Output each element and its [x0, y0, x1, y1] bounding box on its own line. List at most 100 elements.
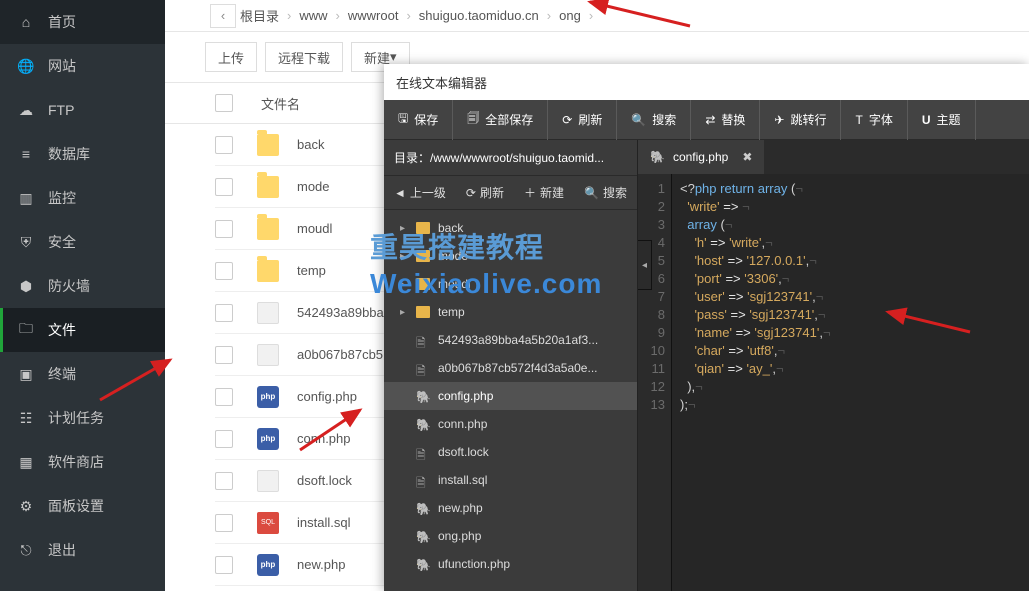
sidebar-item-home[interactable]: ⌂首页: [0, 0, 165, 44]
editor-refresh-button[interactable]: ⟳刷新: [548, 100, 617, 140]
breadcrumb-item[interactable]: shuiguo.taomiduo.cn: [419, 8, 539, 23]
tree-item[interactable]: ▸ temp: [384, 298, 637, 326]
upload-button[interactable]: 上传: [205, 42, 257, 72]
tree-item-label: a0b067b87cb572f4d3a5a0e...: [438, 361, 598, 375]
tree-item[interactable]: ▸mode: [384, 242, 637, 270]
php-icon: 🐘: [650, 150, 665, 164]
sidebar-item-label: 计划任务: [48, 408, 104, 428]
exit-icon: ⎋: [18, 542, 34, 558]
file-icon: [257, 344, 279, 366]
file-checkbox[interactable]: [215, 472, 233, 490]
file-checkbox[interactable]: [215, 136, 233, 154]
sidebar-item-terminal[interactable]: ▣终端: [0, 352, 165, 396]
chart-icon: ▥: [18, 190, 34, 206]
file-icon: [257, 302, 279, 324]
sidebar-item-firewall[interactable]: ⬢防火墙: [0, 264, 165, 308]
tree-item-label: temp: [438, 305, 465, 319]
shield-icon: ⛨: [18, 234, 34, 250]
close-tab-icon[interactable]: ✖: [742, 150, 752, 164]
tree-refresh-button[interactable]: ⟳ 刷新: [456, 184, 514, 201]
file-checkbox[interactable]: [215, 304, 233, 322]
expand-arrow[interactable]: ▸: [400, 223, 410, 234]
breadcrumb-item[interactable]: wwwroot: [348, 8, 399, 23]
tree-item[interactable]: 🐘ong.php: [384, 522, 637, 550]
editor-toolbar: 🖫保存 🗐全部保存 ⟳刷新 🔍搜索 ⇄替换 ✈跳转行 T字体 U主题: [384, 100, 1029, 140]
code-area[interactable]: 12345678910111213 <?php return array (¬ …: [638, 174, 1029, 591]
editor-saveall-button[interactable]: 🗐全部保存: [453, 100, 548, 140]
tree-up-button[interactable]: ◄ 上一级: [384, 184, 456, 201]
file-name: install.sql: [297, 515, 350, 530]
folder-icon: [416, 278, 430, 290]
file-checkbox[interactable]: [215, 346, 233, 364]
line-gutter: 12345678910111213: [638, 174, 672, 591]
calendar-icon: ☷: [18, 410, 34, 426]
globe-icon: 🌐: [18, 58, 34, 74]
sidebar-item-monitor[interactable]: ▥监控: [0, 176, 165, 220]
expand-arrow[interactable]: ▸: [400, 279, 410, 290]
breadcrumb-item[interactable]: 根目录: [240, 6, 279, 25]
sidebar-item-label: 终端: [48, 364, 76, 384]
editor-font-button[interactable]: T字体: [841, 100, 907, 140]
tree-item[interactable]: 🐘 new.php: [384, 494, 637, 522]
tree-item[interactable]: 🐘conn.php: [384, 410, 637, 438]
select-all-checkbox[interactable]: [215, 94, 233, 112]
file-checkbox[interactable]: [215, 220, 233, 238]
tree-item-label: new.php: [438, 501, 483, 515]
editor-overlay: 在线文本编辑器 🖫保存 🗐全部保存 ⟳刷新 🔍搜索 ⇄替换 ✈跳转行 T字体 U…: [384, 64, 1029, 591]
collapse-handle[interactable]: ◂: [638, 240, 652, 290]
tree-item-label: back: [438, 221, 463, 235]
tree-item-label: moudl: [438, 277, 471, 291]
breadcrumb-item[interactable]: ong: [559, 8, 581, 23]
tree-item[interactable]: ▸ moudl: [384, 270, 637, 298]
sidebar-item-label: 退出: [48, 540, 76, 560]
sidebar-item-site[interactable]: 🌐网站: [0, 44, 165, 88]
file-checkbox[interactable]: [215, 262, 233, 280]
breadcrumb-back-button[interactable]: ‹: [210, 4, 236, 28]
expand-arrow[interactable]: ▸: [400, 307, 410, 318]
tree-item[interactable]: 🗎dsoft.lock: [384, 438, 637, 466]
code-content[interactable]: <?php return array (¬ 'write' => ¬ array…: [672, 174, 1029, 591]
tree-item[interactable]: 🐘ufunction.php: [384, 550, 637, 578]
sidebar-item-logout[interactable]: ⎋ 退出: [0, 528, 165, 572]
editor-search-button[interactable]: 🔍搜索: [617, 100, 691, 140]
sidebar-item-label: 面板设置: [48, 496, 104, 516]
tree-item[interactable]: 🗎542493a89bba4a5b20a1af3...: [384, 326, 637, 354]
remote-download-button[interactable]: 远程下载: [265, 42, 343, 72]
file-checkbox[interactable]: [215, 514, 233, 532]
sidebar-item-ftp[interactable]: ☁FTP: [0, 88, 165, 132]
tree-item-label: install.sql: [438, 473, 487, 487]
tree-item[interactable]: 🐘config.php: [384, 382, 637, 410]
file-checkbox[interactable]: [215, 388, 233, 406]
file-name: temp: [297, 263, 326, 278]
tree-item[interactable]: 🗎install.sql: [384, 466, 637, 494]
sidebar-item-cron[interactable]: ☷ 计划任务: [0, 396, 165, 440]
home-icon: ⌂: [18, 14, 34, 30]
tree-item[interactable]: ▸ back: [384, 214, 637, 242]
folder-icon: 🗀: [18, 322, 34, 338]
tree-create-button[interactable]: ＋ 新建: [514, 184, 574, 201]
editor-replace-button[interactable]: ⇄替换: [691, 100, 760, 140]
file-checkbox[interactable]: [215, 556, 233, 574]
tree-search-button[interactable]: 🔍 搜索: [574, 184, 637, 201]
tree-item-label: ufunction.php: [438, 557, 510, 571]
sidebar-item-store[interactable]: ▦软件商店: [0, 440, 165, 484]
sidebar-item-label: 软件商店: [48, 452, 104, 472]
sidebar-item-file[interactable]: 🗀文件: [0, 308, 165, 352]
tab-label: config.php: [673, 150, 728, 164]
sidebar-item-db[interactable]: ≡数据库: [0, 132, 165, 176]
tree-item[interactable]: 🗎a0b067b87cb572f4d3a5a0e...: [384, 354, 637, 382]
php-icon: 🐘: [416, 530, 430, 542]
php-icon: 🐘: [416, 418, 430, 430]
sidebar-item-security[interactable]: ⛨安全: [0, 220, 165, 264]
refresh-icon: ⟳: [562, 113, 572, 127]
expand-arrow[interactable]: ▸: [400, 251, 410, 262]
file-checkbox[interactable]: [215, 430, 233, 448]
editor-theme-button[interactable]: U主题: [908, 100, 976, 140]
editor-gotoline-button[interactable]: ✈跳转行: [760, 100, 841, 140]
file-checkbox[interactable]: [215, 178, 233, 196]
sidebar-item-panel[interactable]: ⚙面板设置: [0, 484, 165, 528]
breadcrumb-item[interactable]: www: [299, 8, 327, 23]
php-icon: 🐘: [416, 502, 430, 514]
code-tab[interactable]: 🐘 config.php ✖: [638, 140, 764, 174]
editor-save-button[interactable]: 🖫保存: [384, 100, 453, 140]
